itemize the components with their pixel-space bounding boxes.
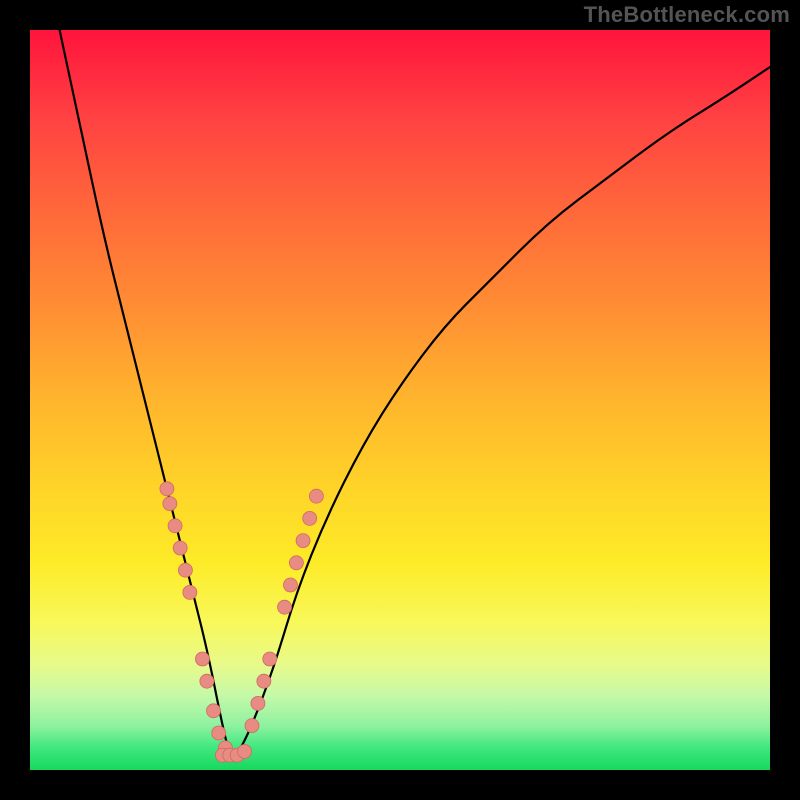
data-point — [245, 719, 259, 733]
data-point — [212, 726, 226, 740]
data-point — [283, 578, 297, 592]
data-point — [257, 674, 271, 688]
data-point — [289, 556, 303, 570]
chart-svg — [30, 30, 770, 770]
data-point — [309, 489, 323, 503]
data-point — [168, 519, 182, 533]
data-point — [238, 745, 252, 759]
plot-area — [30, 30, 770, 770]
data-point — [160, 482, 174, 496]
data-point — [200, 674, 214, 688]
data-point — [278, 600, 292, 614]
watermark-text: TheBottleneck.com — [584, 2, 790, 28]
data-point — [207, 704, 221, 718]
data-point — [303, 511, 317, 525]
data-point — [183, 585, 197, 599]
data-point — [163, 497, 177, 511]
data-point — [263, 652, 277, 666]
bottleneck-curve — [60, 30, 770, 755]
data-point — [296, 534, 310, 548]
data-point — [251, 696, 265, 710]
chart-frame: TheBottleneck.com — [0, 0, 800, 800]
data-point — [173, 541, 187, 555]
data-point — [178, 563, 192, 577]
data-points — [160, 482, 323, 762]
data-point — [195, 652, 209, 666]
